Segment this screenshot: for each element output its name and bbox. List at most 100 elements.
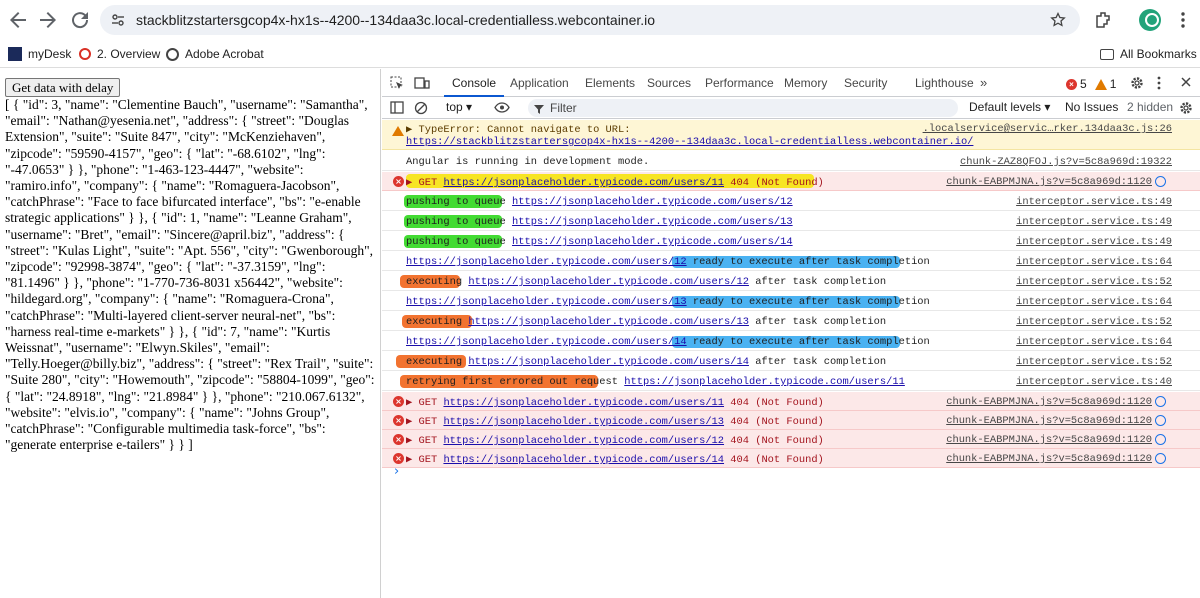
back-icon[interactable] — [6, 8, 30, 32]
tab-performance[interactable]: Performance — [705, 69, 774, 97]
source-link[interactable]: interceptor.service.ts:49 — [1016, 216, 1172, 228]
source-link[interactable]: chunk-EABPMJNA.js?v=5c8a969d:1120 — [946, 453, 1152, 465]
source-link[interactable]: chunk-EABPMJNA.js?v=5c8a969d:1120 — [946, 415, 1152, 427]
error-message: ▶ GET https://jsonplaceholder.typicode.c… — [406, 176, 824, 189]
log-levels-select[interactable]: Default levels ▾ — [969, 100, 1050, 114]
console-log-row: executing https://jsonplaceholder.typico… — [382, 352, 1200, 371]
clear-console-icon[interactable] — [414, 101, 428, 115]
more-tabs-icon[interactable]: » — [980, 69, 987, 97]
source-link[interactable]: interceptor.service.ts:49 — [1016, 196, 1172, 208]
console-error-row[interactable]: × ▶ GET https://jsonplaceholder.typicode… — [382, 430, 1200, 449]
console-error-row[interactable]: × ▶ GET https://jsonplaceholder.typicode… — [382, 411, 1200, 430]
sidebar-toggle-icon[interactable] — [390, 101, 404, 114]
console-filterbar: top ▾ Filter Default levels ▾ No Issues … — [382, 97, 1200, 119]
eye-icon[interactable] — [494, 102, 510, 113]
tab-memory[interactable]: Memory — [784, 69, 827, 97]
site-info-icon[interactable] — [110, 12, 126, 28]
console-prompt[interactable]: › — [394, 464, 399, 479]
network-globe-icon[interactable] — [1155, 434, 1166, 445]
warning-url[interactable]: https://stackblitzstartersgcop4x-hx1s--4… — [406, 136, 973, 148]
context-select[interactable]: top ▾ — [446, 100, 472, 114]
error-message: ▶ GET https://jsonplaceholder.typicode.c… — [406, 434, 824, 447]
console-settings-icon[interactable] — [1179, 101, 1193, 115]
all-bookmarks[interactable]: All Bookmarks — [1100, 45, 1197, 63]
error-prefix: ▶ GET — [406, 177, 444, 189]
log-url[interactable]: https://jsonplaceholder.typicode.com/use… — [624, 376, 905, 388]
tab-lighthouse[interactable]: Lighthouse — [915, 69, 974, 97]
error-suffix: 404 (Not Found) — [724, 435, 824, 447]
filter-input[interactable]: Filter — [528, 99, 958, 117]
tab-elements[interactable]: Elements — [585, 69, 635, 97]
source-link[interactable]: interceptor.service.ts:64 — [1016, 296, 1172, 308]
tab-security[interactable]: Security — [844, 69, 887, 97]
source-link[interactable]: chunk-EABPMJNA.js?v=5c8a969d:1120 — [946, 396, 1152, 408]
get-data-button[interactable]: Get data with delay — [5, 78, 121, 97]
address-bar[interactable]: stackblitzstartersgcop4x-hx1s--4200--134… — [100, 5, 1080, 35]
log-url[interactable]: https://jsonplaceholder.typicode.com/use… — [406, 336, 687, 348]
close-icon[interactable] — [1180, 76, 1192, 88]
settings-gear-icon[interactable] — [1130, 76, 1144, 90]
log-text: pushing to queue — [406, 196, 513, 208]
forward-icon[interactable] — [36, 8, 60, 32]
network-globe-icon[interactable] — [1155, 176, 1166, 187]
folder-icon — [1100, 48, 1114, 60]
error-url[interactable]: https://jsonplaceholder.typicode.com/use… — [443, 177, 724, 189]
log-url[interactable]: https://jsonplaceholder.typicode.com/use… — [468, 276, 749, 288]
source-link[interactable]: chunk-ZAZ8QFOJ.js?v=5c8a969d:19322 — [960, 156, 1172, 168]
source-link[interactable]: interceptor.service.ts:52 — [1016, 276, 1172, 288]
source-link[interactable]: interceptor.service.ts:52 — [1016, 356, 1172, 368]
source-link[interactable]: interceptor.service.ts:64 — [1016, 336, 1172, 348]
log-url[interactable]: https://jsonplaceholder.typicode.com/use… — [468, 356, 749, 368]
network-globe-icon[interactable] — [1155, 396, 1166, 407]
bookmark-overview[interactable]: 2. Overview — [79, 45, 160, 63]
error-prefix: ▶ GET — [406, 397, 444, 409]
log-url[interactable]: https://jsonplaceholder.typicode.com/use… — [512, 216, 793, 228]
console-error-row[interactable]: × ▶ GET https://jsonplaceholder.typicode… — [382, 392, 1200, 411]
log-message: https://jsonplaceholder.typicode.com/use… — [406, 336, 930, 348]
profile-avatar[interactable] — [1139, 9, 1161, 31]
source-link[interactable]: chunk-EABPMJNA.js?v=5c8a969d:1120 — [946, 434, 1152, 446]
issues-counter[interactable]: × 5 1 — [1066, 77, 1116, 91]
console-error-row[interactable]: × ▶ GET https://jsonplaceholder.typicode… — [382, 172, 1200, 191]
error-prefix: ▶ GET — [406, 416, 444, 428]
tab-console[interactable]: Console — [444, 69, 505, 97]
network-globe-icon[interactable] — [1155, 453, 1166, 464]
network-globe-icon[interactable] — [1155, 415, 1166, 426]
source-link[interactable]: interceptor.service.ts:49 — [1016, 236, 1172, 248]
warning-icon — [1094, 78, 1107, 90]
bookmark-acrobat[interactable]: Adobe Acrobat — [166, 45, 264, 63]
tab-application[interactable]: Application — [510, 69, 569, 97]
error-url[interactable]: https://jsonplaceholder.typicode.com/use… — [443, 454, 724, 466]
bookmark-star-icon[interactable] — [1050, 11, 1066, 28]
url-text[interactable]: stackblitzstartersgcop4x-hx1s--4200--134… — [136, 12, 655, 28]
error-url[interactable]: https://jsonplaceholder.typicode.com/use… — [443, 397, 724, 409]
levels-label: Default levels — [969, 100, 1042, 114]
source-link[interactable]: interceptor.service.ts:64 — [1016, 256, 1172, 268]
tab-sources[interactable]: Sources — [647, 69, 691, 97]
warning-count: 1 — [1109, 77, 1117, 91]
devtools-menu-icon[interactable] — [1156, 76, 1162, 90]
error-suffix: 404 (Not Found) — [724, 177, 824, 189]
device-toolbar-icon[interactable] — [414, 76, 430, 90]
source-link[interactable]: interceptor.service.ts:40 — [1016, 376, 1172, 388]
menu-icon[interactable] — [1176, 10, 1190, 30]
source-link[interactable]: interceptor.service.ts:52 — [1016, 316, 1172, 328]
console-warning-row[interactable]: ▶ TypeError: Cannot navigate to URL: htt… — [382, 120, 1200, 150]
error-url[interactable]: https://jsonplaceholder.typicode.com/use… — [443, 416, 724, 428]
console-error-row[interactable]: × ▶ GET https://jsonplaceholder.typicode… — [382, 449, 1200, 468]
log-url[interactable]: https://jsonplaceholder.typicode.com/use… — [512, 236, 793, 248]
inspect-icon[interactable] — [390, 76, 404, 90]
log-url[interactable]: https://jsonplaceholder.typicode.com/use… — [406, 256, 687, 268]
log-text: retrying first errored out request — [406, 376, 625, 388]
source-link[interactable]: chunk-EABPMJNA.js?v=5c8a969d:1120 — [946, 176, 1152, 188]
error-url[interactable]: https://jsonplaceholder.typicode.com/use… — [443, 435, 724, 447]
source-link[interactable]: .localservice@servic…rker.134daa3c.js:26 — [923, 123, 1172, 135]
reload-icon[interactable] — [68, 8, 92, 32]
bookmark-mydesk[interactable]: myDesk — [8, 45, 71, 63]
log-url[interactable]: https://jsonplaceholder.typicode.com/use… — [406, 296, 687, 308]
log-url[interactable]: https://jsonplaceholder.typicode.com/use… — [468, 316, 749, 328]
extensions-icon[interactable] — [1093, 10, 1113, 30]
log-url[interactable]: https://jsonplaceholder.typicode.com/use… — [512, 196, 793, 208]
issues-button[interactable]: No Issues — [1065, 100, 1118, 114]
log-message: retrying first errored out request https… — [406, 376, 905, 388]
